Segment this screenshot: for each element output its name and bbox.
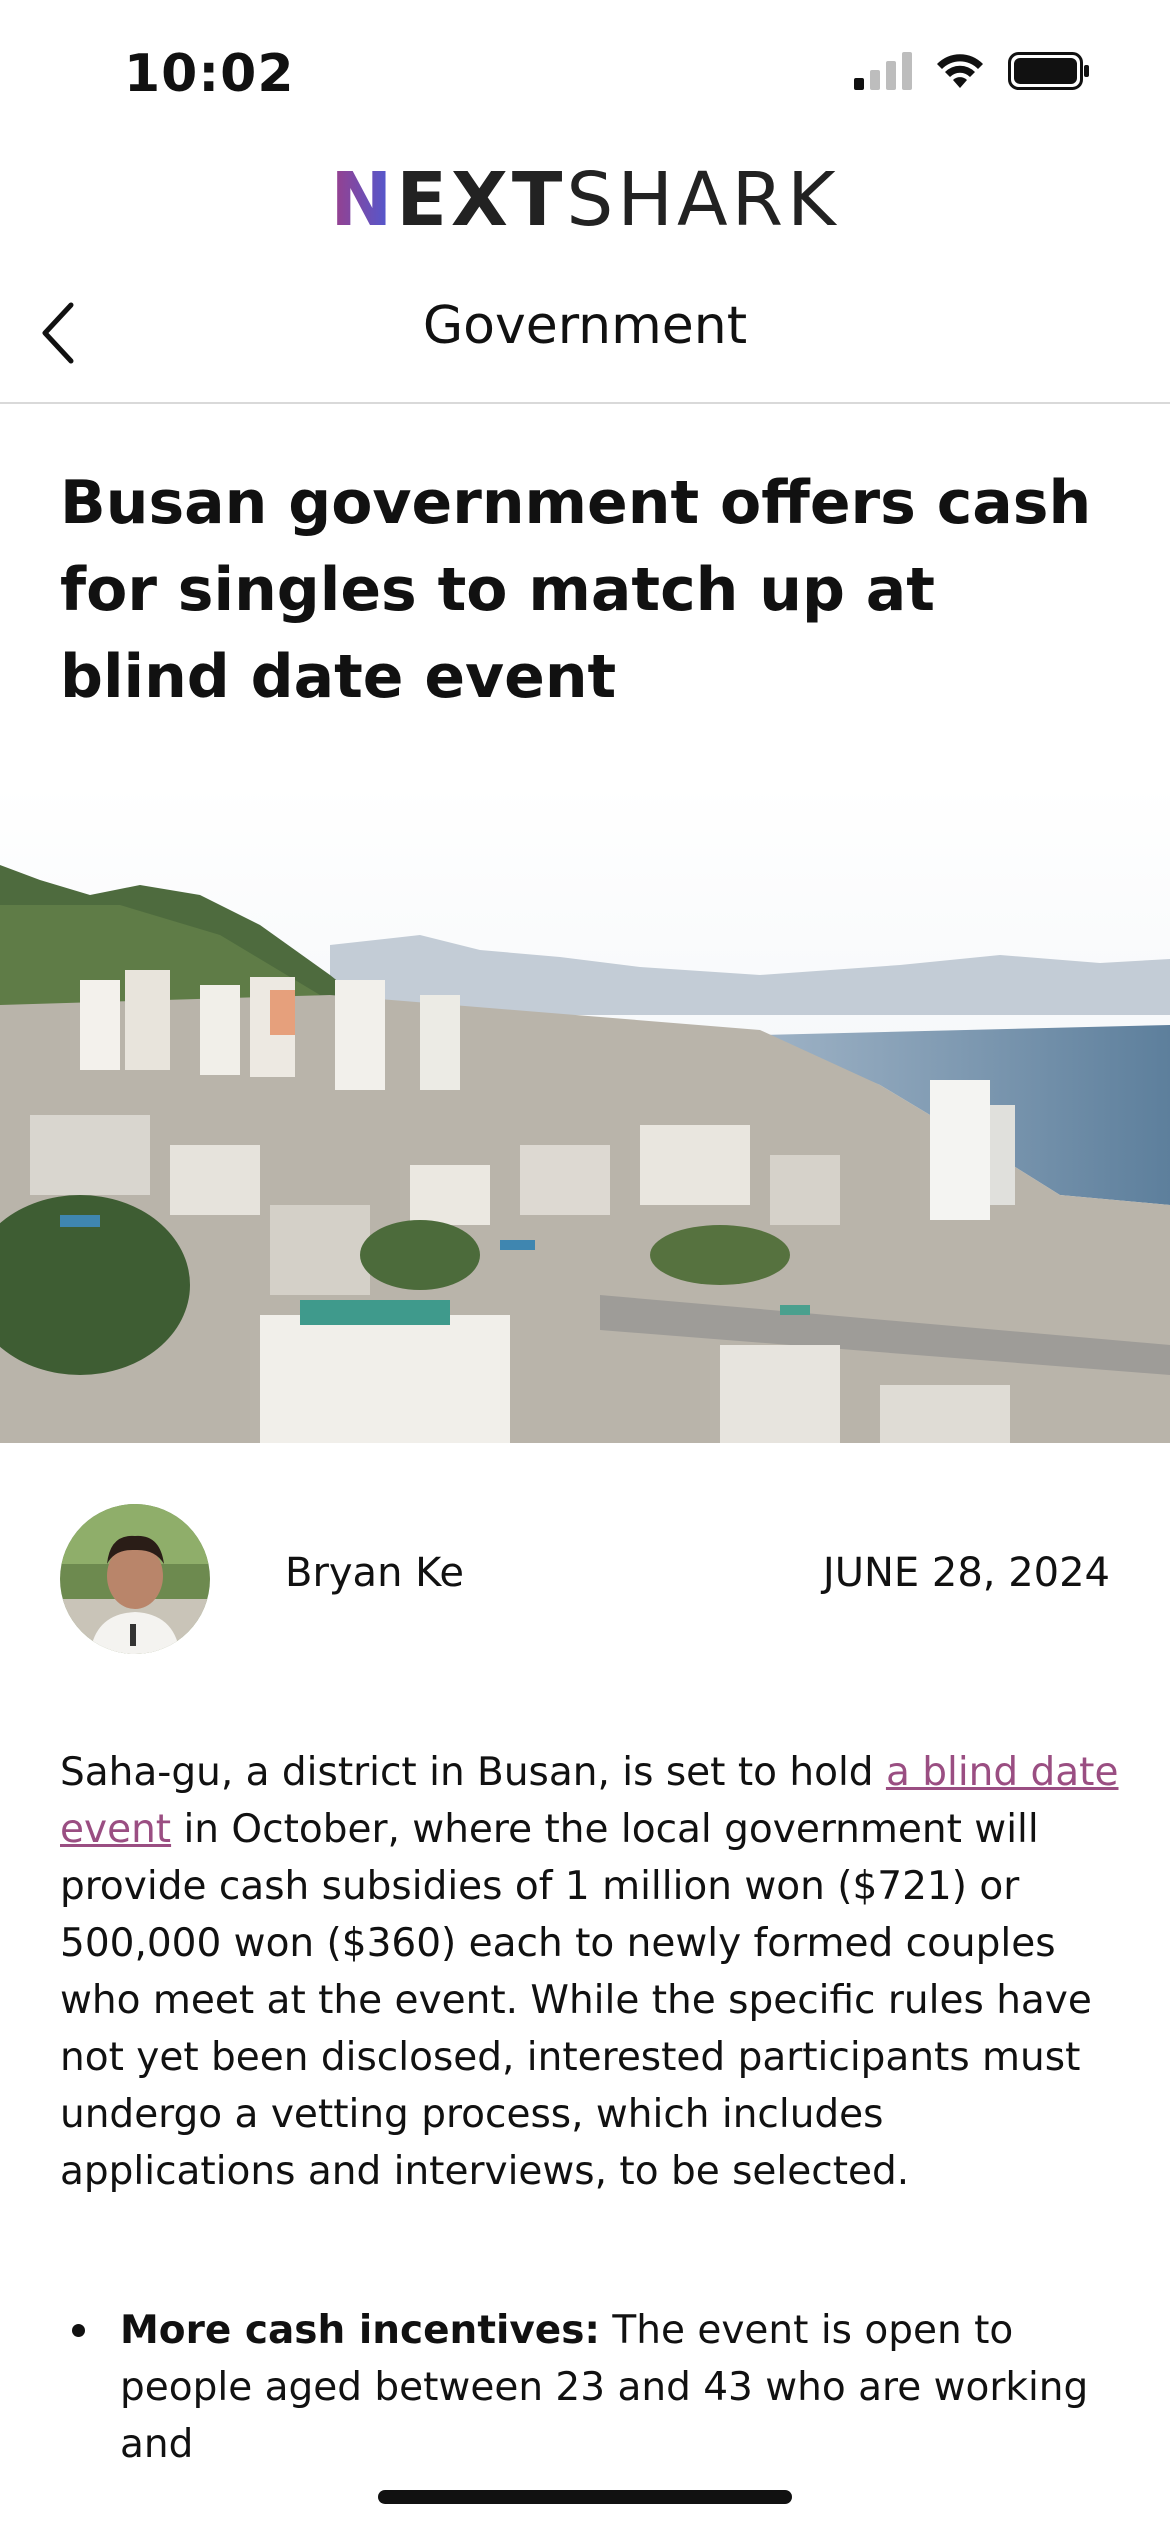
status-bar: 10:02 <box>0 0 1170 150</box>
logo-n: N <box>330 157 397 243</box>
publish-date: JUNE 28, 2024 <box>822 1550 1110 1596</box>
article-title: Busan government offers cash for singles… <box>60 468 1092 712</box>
bullet-item: More cash incentives: The event is open … <box>60 2302 1120 2473</box>
status-icons <box>854 52 1090 90</box>
author-avatar[interactable] <box>60 1504 210 1654</box>
logo-row: NEXTSHARK <box>0 150 1170 250</box>
logo-ext: EXT <box>396 157 567 243</box>
section-title: Government <box>422 296 748 356</box>
bullet-dot <box>72 2324 85 2337</box>
author-name[interactable]: Bryan Ke <box>285 1550 464 1596</box>
nextshark-logo[interactable]: NEXTSHARK <box>330 157 839 243</box>
article-bullets: More cash incentives: The event is open … <box>60 2302 1120 2473</box>
hero-image <box>0 785 1170 1443</box>
cellular-signal-icon <box>854 52 912 90</box>
author-row: Bryan Ke JUNE 28, 2024 <box>0 1500 1170 1660</box>
nav-bar: Government <box>0 270 1170 404</box>
bullet-bold: More cash incentives: <box>120 2308 601 2353</box>
battery-icon <box>1008 52 1089 90</box>
paragraph-text-post: in October, where the local government w… <box>60 1807 1092 2194</box>
status-time: 10:02 <box>124 44 295 104</box>
wifi-icon <box>937 54 983 88</box>
logo-shark: SHARK <box>566 157 840 243</box>
paragraph-text-pre: Saha-gu, a district in Busan, is set to … <box>60 1750 886 1795</box>
home-indicator[interactable] <box>378 2490 792 2504</box>
article-paragraph: Saha-gu, a district in Busan, is set to … <box>60 1744 1120 2200</box>
